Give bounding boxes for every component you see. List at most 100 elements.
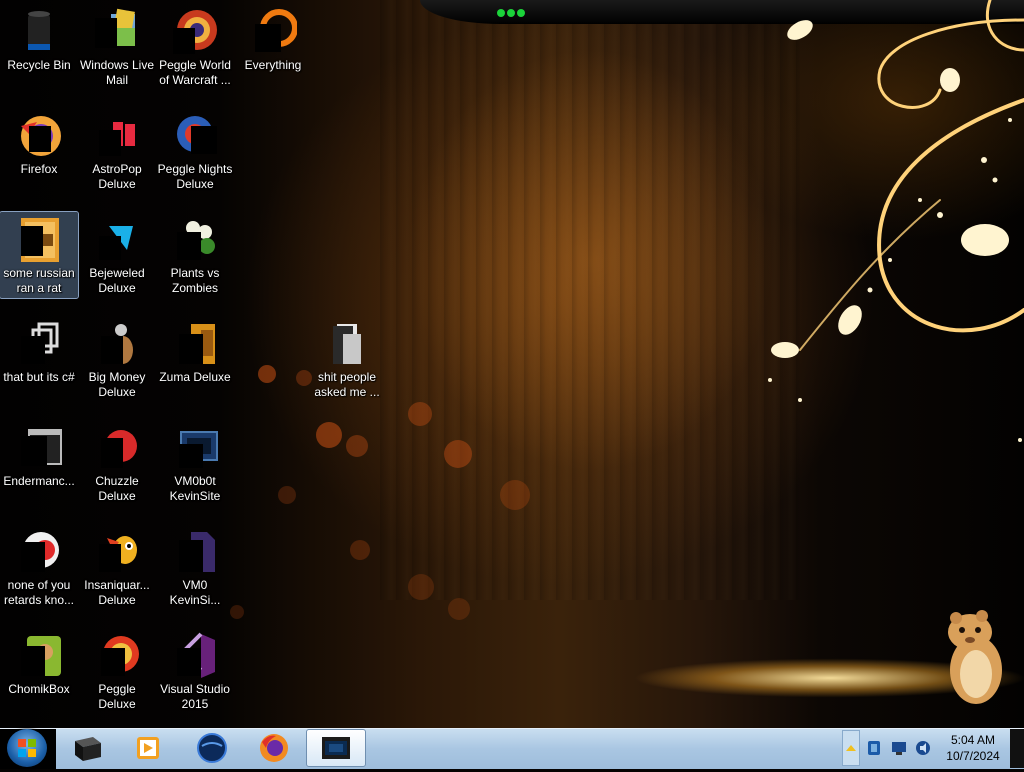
- shortcut-icon: [15, 320, 63, 368]
- app-icon: [15, 528, 63, 576]
- bokeh-light: [408, 402, 432, 426]
- desktop-icon-some-russian-ran-a-rat[interactable]: some russian ran a rat: [0, 211, 79, 299]
- desktop-icon-peggle-world-of-warcraft[interactable]: Peggle World of Warcraft ...: [156, 4, 234, 88]
- desktop-icon-astropop-deluxe[interactable]: AstroPop Deluxe: [78, 108, 156, 192]
- windows-logo-icon: [18, 739, 36, 757]
- icon-label: Peggle World of Warcraft ...: [159, 58, 231, 87]
- show-desktop-button[interactable]: [1010, 729, 1024, 768]
- desktop-icon-peggle-deluxe[interactable]: Peggle Deluxe: [78, 628, 156, 712]
- zuma-icon: [171, 320, 219, 368]
- icon-label: VM0 KevinSi...: [169, 578, 221, 607]
- vm-window-icon: [322, 737, 350, 759]
- desktop-icon-vm0-kevinsite[interactable]: VM0 KevinSi...: [156, 524, 234, 608]
- desktop-icon-that-but-its-c[interactable]: that but its c#: [0, 316, 78, 385]
- network-icon[interactable]: [890, 740, 908, 756]
- icon-label: AstroPop Deluxe: [92, 162, 142, 191]
- show-hidden-icons-button[interactable]: [842, 730, 860, 766]
- desktop-icon-firefox[interactable]: Firefox: [0, 108, 78, 177]
- bokeh-light: [346, 435, 368, 457]
- golden-swirl-decoration: [768, 0, 1024, 442]
- icon-label: VM0b0t KevinSite: [169, 474, 221, 503]
- desktop-icon-none-of-you-retards-kno[interactable]: none of you retards kno...: [0, 524, 78, 608]
- terminal-icon: [75, 737, 101, 761]
- desktop-icon-endermanch[interactable]: Endermanc...: [0, 420, 78, 489]
- mail-icon: [93, 8, 141, 56]
- icon-label: Peggle Nights Deluxe: [157, 162, 233, 191]
- bokeh-light: [408, 574, 434, 600]
- icon-label: Visual Studio 2015: [160, 682, 230, 711]
- bokeh-light: [350, 540, 370, 560]
- desktop-icon-windows-live-mail[interactable]: Windows Live Mail: [78, 4, 156, 88]
- desktop-icon-shit-people-asked-me[interactable]: shit people asked me ...: [308, 316, 386, 400]
- desktop-icon-visual-studio-2015[interactable]: Visual Studio 2015: [156, 628, 234, 712]
- bokeh-light: [316, 422, 342, 448]
- taskbar-button-firefox[interactable]: [244, 729, 304, 767]
- taskbar-button-vm-window[interactable]: [306, 729, 366, 767]
- desktop-icon-recycle-bin[interactable]: Recycle Bin: [0, 4, 78, 73]
- bejeweled-icon: [93, 216, 141, 264]
- vm-icon: [171, 424, 219, 472]
- icon-label: Firefox: [20, 162, 58, 176]
- action-center-icon[interactable]: [866, 739, 882, 757]
- astropop-icon: [93, 112, 141, 160]
- desktop-icon-peggle-nights-deluxe[interactable]: Peggle Nights Deluxe: [156, 108, 234, 192]
- clock-date: 10/7/2024: [946, 749, 1000, 763]
- firefox-icon: [260, 734, 288, 762]
- image-file-icon: [15, 216, 63, 264]
- icon-label: Windows Live Mail: [79, 58, 155, 87]
- bokeh-light: [444, 440, 472, 468]
- chomikbox-icon: [15, 632, 63, 680]
- taskbar-button-globe[interactable]: [182, 729, 242, 767]
- icon-label: Zuma Deluxe: [159, 370, 231, 384]
- volume-icon[interactable]: [914, 739, 932, 757]
- desktop-icon-everything[interactable]: Everything: [234, 4, 312, 73]
- taskbar-button-terminal[interactable]: [58, 729, 118, 767]
- everything-icon: [249, 8, 298, 56]
- desktop-icon-vm0b0t-kevinsite[interactable]: VM0b0t KevinSite: [156, 420, 234, 504]
- desktop-icon-big-money-deluxe[interactable]: Big Money Deluxe: [78, 316, 156, 400]
- media-player-icon: [137, 737, 159, 759]
- peggle-icon: [171, 8, 219, 56]
- icon-label: Big Money Deluxe: [88, 370, 146, 399]
- recycle-bin-icon: [15, 8, 63, 56]
- peggle-icon: [93, 632, 141, 680]
- bokeh-light: [500, 480, 530, 510]
- fish-icon: [93, 528, 141, 576]
- icon-label: Everything: [244, 58, 302, 72]
- bokeh-light: [258, 365, 276, 383]
- plants-icon: [171, 216, 219, 264]
- peggle-icon: [171, 112, 219, 160]
- icon-label: Bejeweled Deluxe: [89, 266, 145, 295]
- file-icon: [171, 528, 219, 576]
- desktop-icon-insaniquarium-deluxe[interactable]: Insaniquar... Deluxe: [78, 524, 156, 608]
- desktop-icon-bejeweled-deluxe[interactable]: Bejeweled Deluxe: [78, 212, 156, 296]
- desktop-icon-plants-vs-zombies[interactable]: Plants vs Zombies: [156, 212, 234, 296]
- folder-icon: [323, 320, 371, 368]
- taskbar-button-media-player[interactable]: [118, 729, 178, 767]
- visual-studio-icon: [171, 632, 219, 680]
- icon-label: Endermanc...: [3, 474, 75, 488]
- bokeh-light: [448, 598, 470, 620]
- firefox-icon: [15, 112, 63, 160]
- icon-label: shit people asked me ...: [314, 370, 380, 399]
- clock-time: 5:04 AM: [950, 733, 996, 747]
- chevron-up-icon: [846, 745, 856, 751]
- start-button[interactable]: [7, 729, 47, 767]
- hamster-gadget[interactable]: [940, 608, 1006, 708]
- bokeh-light: [278, 486, 296, 504]
- icon-label: none of you retards kno...: [3, 578, 75, 607]
- icon-label: Insaniquar... Deluxe: [84, 578, 150, 607]
- desktop-icon-chomikbox[interactable]: ChomikBox: [0, 628, 78, 697]
- icon-label: that but its c#: [3, 370, 75, 384]
- globe-icon: [197, 733, 227, 763]
- terminal-icon: [15, 424, 63, 472]
- desktop-icon-zuma-deluxe[interactable]: Zuma Deluxe: [156, 316, 234, 385]
- icon-label: Peggle Deluxe: [98, 682, 136, 711]
- system-clock[interactable]: 5:04 AM 10/7/2024: [936, 732, 1010, 764]
- desktop-icon-chuzzle-deluxe[interactable]: Chuzzle Deluxe: [78, 420, 156, 504]
- wallpaper-green-dots: [497, 4, 527, 17]
- icon-label: Plants vs Zombies: [170, 266, 220, 295]
- icon-label: some russian ran a rat: [3, 266, 75, 295]
- big-money-icon: [93, 320, 141, 368]
- icon-label: Recycle Bin: [7, 58, 71, 72]
